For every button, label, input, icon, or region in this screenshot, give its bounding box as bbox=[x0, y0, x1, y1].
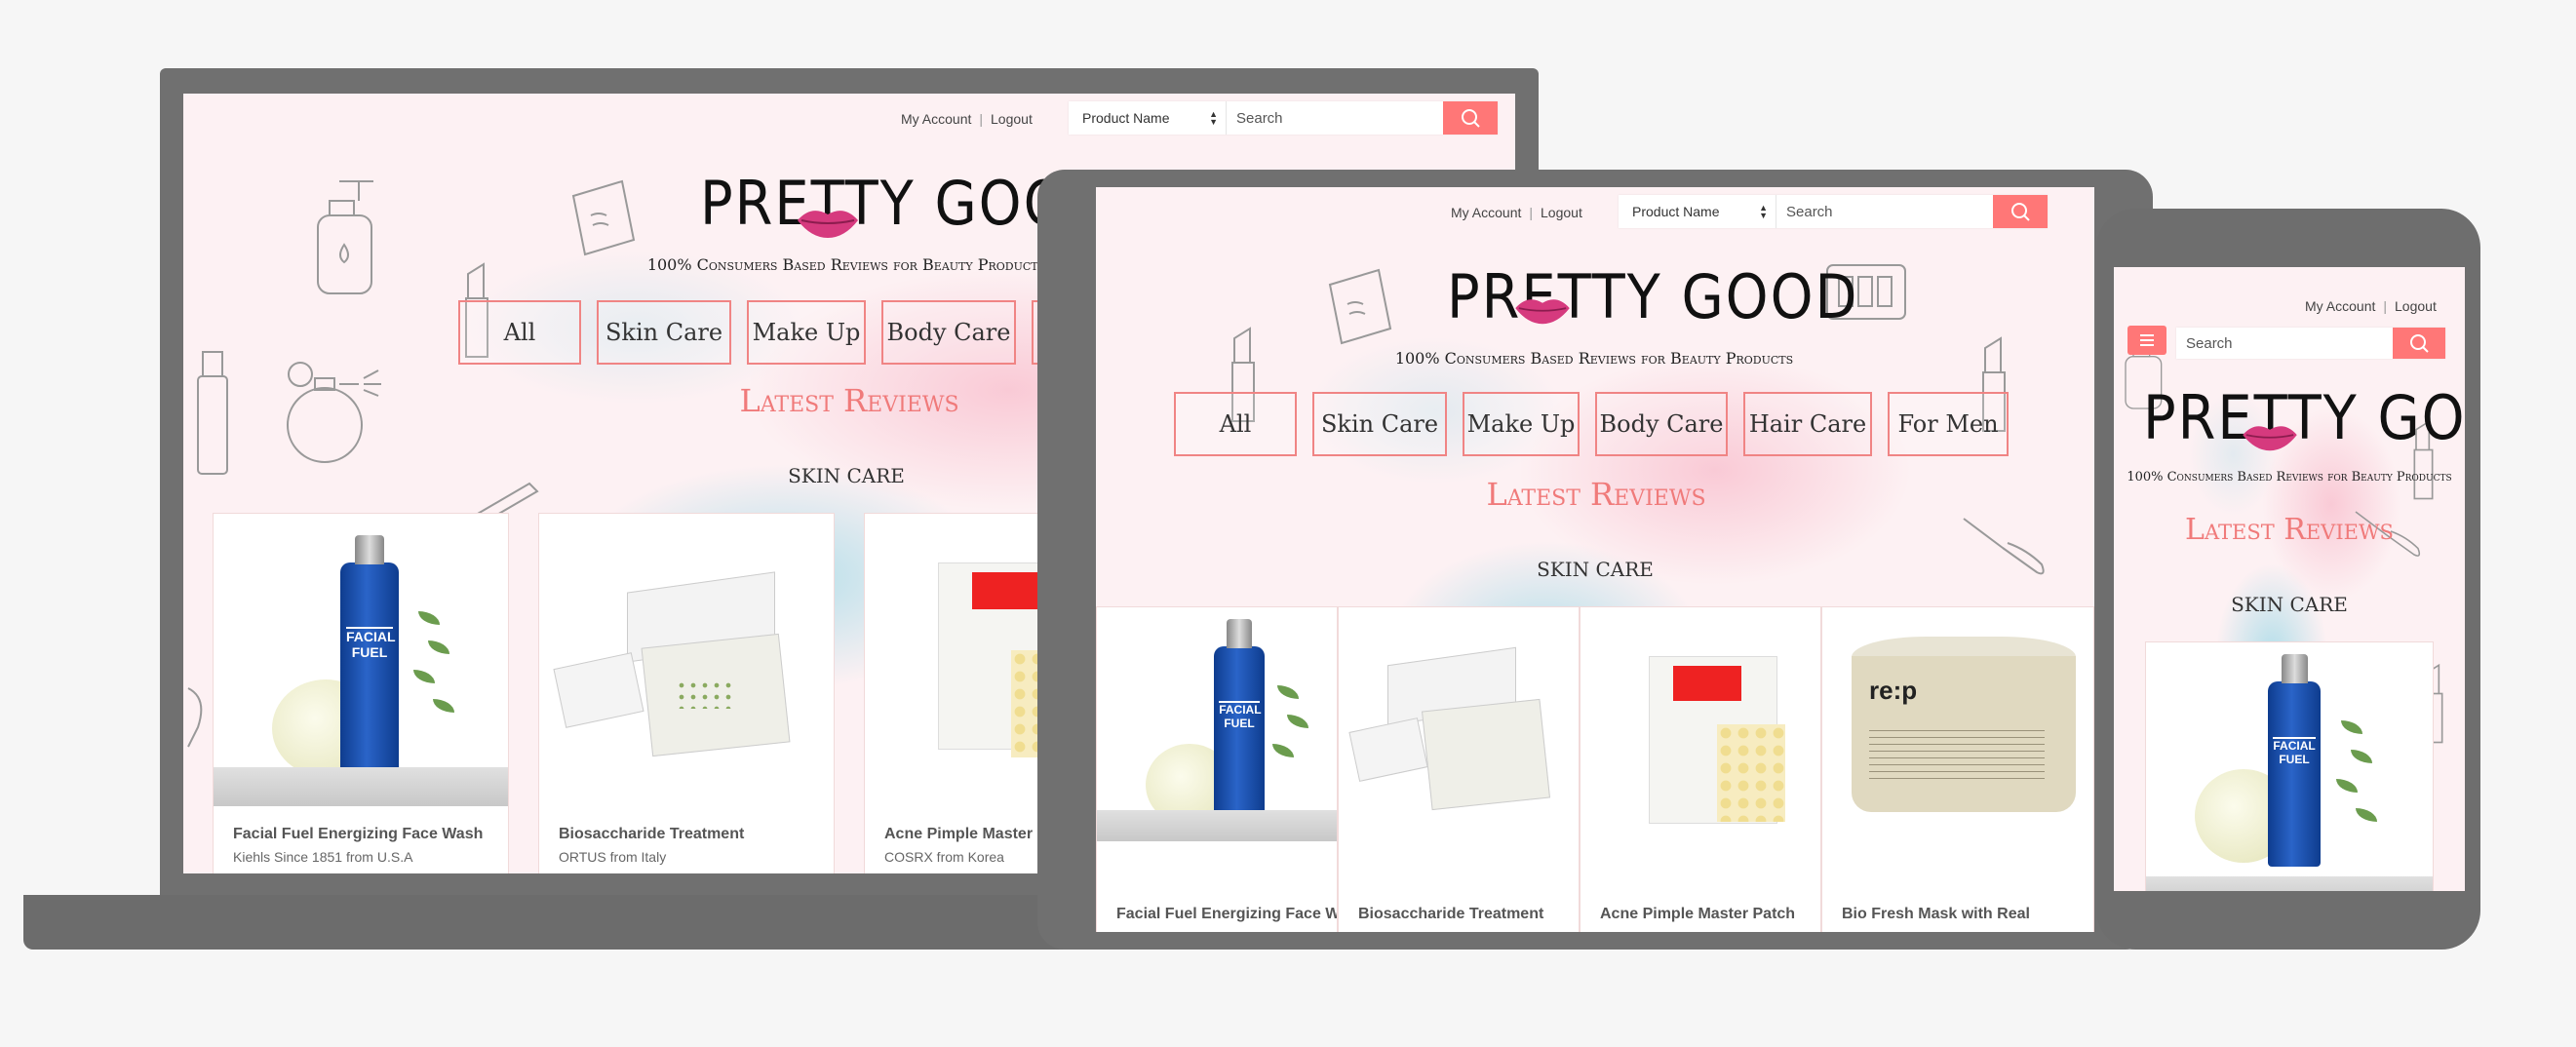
category-body-care[interactable]: Body Care bbox=[881, 300, 1016, 365]
search-button[interactable] bbox=[1443, 101, 1498, 135]
product-card[interactable]: FACIAL FUEL Facial Fuel Energizing Face … bbox=[213, 513, 509, 873]
product-origin: Kiehls Since 1851 from U.S.A bbox=[233, 849, 413, 865]
search-icon bbox=[2011, 203, 2030, 221]
category-select-value: Product Name bbox=[1082, 110, 1170, 126]
product-origin: COSRX from Korea bbox=[884, 849, 1004, 865]
lips-icon bbox=[2243, 426, 2297, 451]
section-title: SKIN CARE bbox=[2231, 593, 2348, 616]
lotion-bottle-icon bbox=[317, 180, 373, 294]
section-title: SKIN CARE bbox=[788, 464, 905, 487]
category-make-up[interactable]: Make Up bbox=[1463, 392, 1580, 456]
laptop-base bbox=[23, 895, 1151, 950]
category-select-value: Product Name bbox=[1632, 204, 1720, 219]
tagline: 100% Consumers Based Reviews for Beauty … bbox=[2127, 470, 2452, 485]
search-icon bbox=[1462, 109, 1480, 128]
category-skin-care[interactable]: Skin Care bbox=[597, 300, 731, 365]
product-name: Biosaccharide Treatment bbox=[1358, 906, 1544, 922]
category-all[interactable]: All bbox=[458, 300, 581, 365]
category-nav: All Skin Care Make Up Body Care Hair Car… bbox=[1174, 392, 2009, 456]
search-bar: Product Name ▲ ▼ Search bbox=[1069, 101, 1498, 135]
search-bar: Product Name ▲ ▼ Search bbox=[1619, 195, 2048, 228]
category-select[interactable]: Product Name ▲ ▼ bbox=[1619, 195, 1776, 228]
search-bar: Search bbox=[2176, 328, 2445, 359]
category-skin-care[interactable]: Skin Care bbox=[1312, 392, 1447, 456]
category-hair-care[interactable]: Hair Care bbox=[1743, 392, 1872, 456]
topbar-separator: | bbox=[1529, 205, 1534, 220]
product-image bbox=[539, 514, 834, 806]
product-card[interactable]: FACIAL FUEL Facial Fuel Energizing Face … bbox=[1096, 606, 1338, 932]
phone-screen: My Account | Logout Search PRETTY GOOD 1… bbox=[2114, 267, 2465, 891]
menu-button[interactable] bbox=[2127, 326, 2166, 355]
latest-reviews-heading: Latest Reviews bbox=[2185, 513, 2394, 547]
search-input[interactable]: Search bbox=[1776, 195, 1993, 228]
my-account-link[interactable]: My Account bbox=[1451, 205, 1521, 220]
product-image: FACIAL FUEL bbox=[2146, 642, 2433, 891]
search-input[interactable]: Search bbox=[2176, 328, 2393, 359]
tablet-screen: My Account | Logout Product Name ▲ ▼ Sear… bbox=[1096, 187, 2094, 932]
product-name: Bio Fresh Mask with Real bbox=[1842, 906, 2030, 922]
menu-icon bbox=[2140, 334, 2154, 346]
product-name: Facial Fuel Energizing Face Wash bbox=[1116, 906, 1337, 922]
product-card[interactable]: Biosaccharide Treatment bbox=[1338, 606, 1580, 932]
topbar-separator: | bbox=[2383, 298, 2388, 314]
search-icon bbox=[2410, 334, 2429, 353]
logout-link[interactable]: Logout bbox=[991, 111, 1033, 127]
product-card[interactable]: Biosaccharide Treatment ORTUS from Italy bbox=[538, 513, 835, 873]
select-caret-icon: ▲ ▼ bbox=[1759, 203, 1768, 220]
category-make-up[interactable]: Make Up bbox=[747, 300, 866, 365]
product-origin: ORTUS from Italy bbox=[559, 849, 667, 865]
my-account-link[interactable]: My Account bbox=[2305, 298, 2375, 314]
topbar-separator: | bbox=[979, 111, 984, 127]
select-caret-icon: ▲ ▼ bbox=[1209, 109, 1218, 127]
search-button[interactable] bbox=[1993, 195, 2048, 228]
product-card[interactable]: re:p Bio Fresh Mask with Real bbox=[1821, 606, 2094, 932]
logo: PRETTY GOOD bbox=[1447, 261, 1859, 332]
lips-icon bbox=[1515, 299, 1570, 325]
category-select[interactable]: Product Name ▲ ▼ bbox=[1069, 101, 1227, 135]
section-title: SKIN CARE bbox=[1537, 558, 1654, 581]
jar-icon bbox=[571, 179, 636, 256]
tagline: 100% Consumers Based Reviews for Beauty … bbox=[646, 255, 1046, 274]
category-all[interactable]: All bbox=[1174, 392, 1297, 456]
search-button[interactable] bbox=[2393, 328, 2445, 359]
product-image bbox=[1339, 607, 1579, 841]
tube-icon bbox=[197, 351, 228, 475]
latest-reviews-heading: Latest Reviews bbox=[1486, 476, 1706, 513]
product-card[interactable]: Acne Pimple Master Patch bbox=[1580, 606, 1821, 932]
search-input[interactable]: Search bbox=[1227, 101, 1443, 135]
my-account-link[interactable]: My Account bbox=[901, 111, 971, 127]
product-image: FACIAL FUEL bbox=[1097, 607, 1337, 841]
jar-icon bbox=[1328, 268, 1392, 345]
product-image: re:p bbox=[1822, 607, 2093, 841]
tagline: 100% Consumers Based Reviews for Beauty … bbox=[1394, 349, 1794, 368]
product-name: Biosaccharide Treatment bbox=[559, 826, 745, 842]
brush-icon bbox=[1963, 518, 2045, 575]
product-image bbox=[1581, 607, 1820, 841]
latest-reviews-heading: Latest Reviews bbox=[739, 382, 959, 419]
product-name: Acne Pimple Master Patch bbox=[1600, 906, 1796, 922]
logout-link[interactable]: Logout bbox=[1541, 205, 1582, 220]
category-body-care[interactable]: Body Care bbox=[1595, 392, 1728, 456]
lips-icon bbox=[798, 211, 858, 238]
logout-link[interactable]: Logout bbox=[2395, 298, 2437, 314]
perfume-icon bbox=[287, 362, 381, 463]
category-for-men[interactable]: For Men bbox=[1888, 392, 2009, 456]
product-name: Facial Fuel Energizing Face Wash bbox=[233, 826, 484, 842]
product-image: FACIAL FUEL bbox=[214, 514, 508, 806]
product-card[interactable]: FACIAL FUEL bbox=[2145, 641, 2434, 891]
